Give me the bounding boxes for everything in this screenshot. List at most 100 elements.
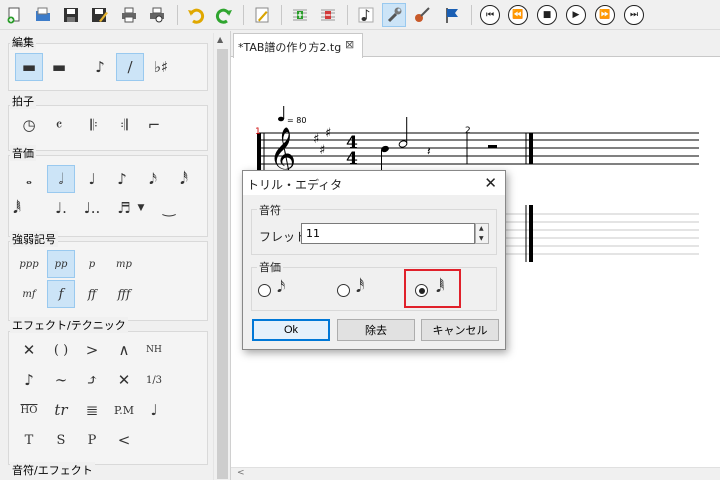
tremolo-picking-icon[interactable]: ≣ <box>78 396 106 424</box>
dotted-note-icon[interactable]: ♩. <box>47 194 75 222</box>
repeat-open-icon[interactable]: 𝄆 <box>80 111 108 139</box>
fret-input[interactable] <box>301 223 475 244</box>
toolbar-separator <box>347 5 348 25</box>
hammer-on-effect[interactable]: HO <box>15 396 43 424</box>
fade-in-icon[interactable]: < <box>110 426 138 454</box>
chevron-down-icon[interactable]: ▼ <box>134 194 148 222</box>
dynamic-mf[interactable]: mf <box>15 280 43 308</box>
close-icon[interactable]: ✕ <box>484 174 497 192</box>
tempo-marking: = 80 <box>287 116 306 125</box>
duration-radio-2[interactable] <box>337 284 350 297</box>
scroll-left-icon[interactable]: < <box>237 468 245 478</box>
edit-note-icon[interactable]: / <box>116 53 144 81</box>
remove-button[interactable]: 除去 <box>337 319 415 341</box>
print-icon[interactable] <box>117 3 141 27</box>
repeat-close-icon[interactable]: 𝄇 <box>110 111 138 139</box>
tempo-icon[interactable]: ◷ <box>15 111 43 139</box>
redo-icon[interactable] <box>212 3 236 27</box>
sixty-fourth-note-icon[interactable]: 𝅘𝅥𝅱 <box>3 194 31 222</box>
next-icon[interactable]: ⏩ <box>593 3 617 27</box>
first-icon[interactable]: ⏮ <box>478 3 502 27</box>
delete-measure-icon[interactable] <box>316 3 340 27</box>
quarter-note-icon[interactable]: ♩ <box>78 165 106 193</box>
spinner-down-icon[interactable]: ▼ <box>479 235 484 242</box>
dynamic-ff[interactable]: ff <box>78 280 106 308</box>
whole-note-icon[interactable]: 𝅝 <box>15 165 43 193</box>
dynamic-p[interactable]: p <box>78 250 106 278</box>
note-group-label: 音符 <box>257 202 283 218</box>
popping-effect[interactable]: P <box>78 426 106 454</box>
open-file-icon[interactable] <box>31 3 55 27</box>
scroll-up-icon[interactable]: ▲ <box>217 35 223 44</box>
dead-note-icon[interactable]: ✕ <box>15 336 43 364</box>
toolbar-separator <box>471 5 472 25</box>
previous-icon[interactable]: ⏪ <box>506 3 530 27</box>
heavy-accent-icon[interactable]: ∧ <box>110 336 138 364</box>
dynamic-f[interactable]: f <box>47 280 75 308</box>
accidental-icon[interactable]: ♭♯ <box>147 53 175 81</box>
eighth-note-icon[interactable]: ♪ <box>108 165 136 193</box>
ghost-note-effect[interactable]: ( ) <box>47 336 75 364</box>
accent-icon[interactable]: > <box>78 336 106 364</box>
print-preview-icon[interactable] <box>145 3 169 27</box>
duration-radio-1[interactable] <box>258 284 271 297</box>
flag-marker-icon[interactable] <box>440 3 464 27</box>
document-tab[interactable]: *TAB譜の作り方2.tg ⊠ <box>233 33 363 58</box>
close-icon[interactable]: ⊠ <box>345 38 354 51</box>
fret-spinner[interactable]: ▲ ▼ <box>475 223 489 244</box>
sixteenth-note-icon[interactable]: 𝅘𝅥𝅯 <box>139 165 167 193</box>
trill-effect[interactable]: tr <box>47 396 75 424</box>
dialog-titlebar: トリル・エディタ ✕ <box>243 171 505 195</box>
save-icon[interactable] <box>59 3 83 27</box>
toolbar-separator <box>177 5 178 25</box>
play-icon[interactable]: ▶ <box>564 3 588 27</box>
voice-1-icon[interactable]: ▬ <box>15 53 43 81</box>
toolbar-separator <box>243 5 244 25</box>
half-note-icon[interactable]: 𝅗𝅥 <box>47 165 75 193</box>
main-toolbar: ⏮ ⏪ ■ ▶ ⏩ ⏭ <box>0 0 720 30</box>
dynamic-fff[interactable]: fff <box>110 280 138 308</box>
undo-icon[interactable] <box>184 3 208 27</box>
spinner-up-icon[interactable]: ▲ <box>479 225 484 232</box>
tie-icon[interactable]: ‿ <box>155 194 183 222</box>
tapping-effect[interactable]: T <box>15 426 43 454</box>
trill-editor-dialog: トリル・エディタ ✕ 音符 フレット: ▲ ▼ 音価 𝅘𝅥𝅯 𝅘𝅥𝅰 𝅘𝅥𝅱 O… <box>242 170 506 350</box>
slapping-effect[interactable]: S <box>47 426 75 454</box>
save-as-icon[interactable] <box>87 3 111 27</box>
duration-group-label: 音価 <box>257 259 283 275</box>
left-panel-scrollbar[interactable]: ▲ <box>213 33 230 480</box>
time-signature-bottom: 4 <box>346 149 358 169</box>
bend-icon[interactable]: ⤴ <box>78 366 106 394</box>
edit-pencil-icon[interactable] <box>250 3 274 27</box>
voice-2-icon[interactable]: ▬ <box>45 53 73 81</box>
double-dotted-note-icon[interactable]: ♩.. <box>78 194 106 222</box>
staccato-icon[interactable]: ♩ <box>140 396 168 424</box>
sharp-2: ♯ <box>319 143 325 158</box>
tremolo-bar-effect[interactable]: 1/3 <box>140 366 168 394</box>
note-icon[interactable] <box>354 3 378 27</box>
dynamic-pp[interactable]: pp <box>47 250 75 278</box>
ok-button[interactable]: Ok <box>252 319 330 341</box>
dynamic-mp[interactable]: mp <box>110 250 138 278</box>
alternate-ending-icon[interactable]: ⌐ <box>140 111 168 139</box>
palm-mute-effect[interactable]: P.M <box>110 396 138 424</box>
insert-measure-icon[interactable] <box>288 3 312 27</box>
vibrato-icon[interactable]: ∼ <box>47 366 75 394</box>
natural-harmonic-effect[interactable]: NH <box>140 336 168 364</box>
score-horizontal-scrollbar[interactable]: < <box>231 467 720 480</box>
select-note-icon[interactable]: ♪ <box>86 53 114 81</box>
sharp-3: ♯ <box>325 126 331 141</box>
section-title-duration: 音価 <box>10 145 36 161</box>
last-icon[interactable]: ⏭ <box>622 3 646 27</box>
stop-icon[interactable]: ■ <box>535 3 559 27</box>
thirty-second-note-icon[interactable]: 𝅘𝅥𝅰 <box>170 165 198 193</box>
dynamic-ppp[interactable]: ppp <box>15 250 43 278</box>
harmonic-icon[interactable]: ✕ <box>110 366 138 394</box>
time-signature-icon[interactable]: 𝄴 <box>45 111 73 139</box>
scrollbar-thumb[interactable] <box>217 49 228 479</box>
guitar-icon[interactable] <box>410 3 434 27</box>
new-file-icon[interactable] <box>3 3 27 27</box>
cancel-button[interactable]: キャンセル <box>421 319 499 341</box>
wrench-tuning-icon[interactable] <box>382 3 406 27</box>
grace-note-icon[interactable]: ♪ <box>15 366 43 394</box>
